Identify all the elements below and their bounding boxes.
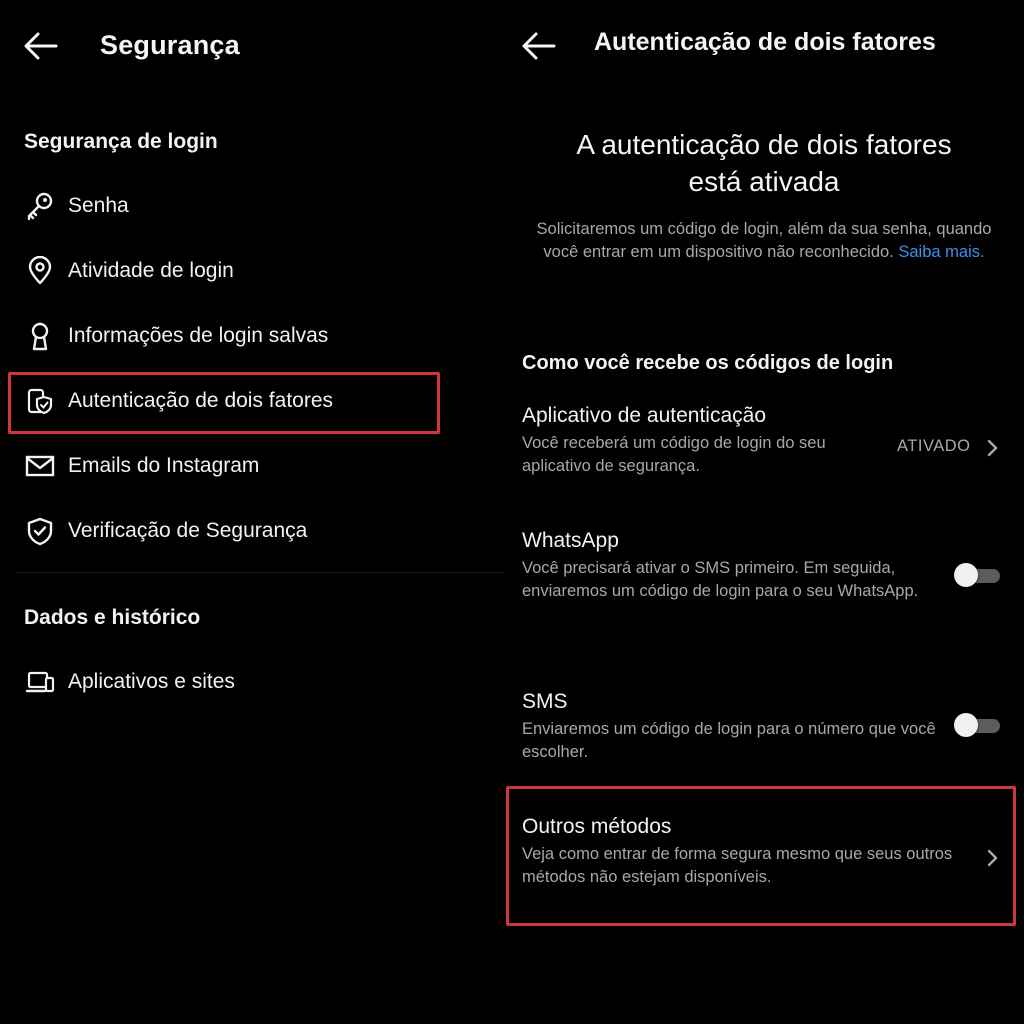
status-description: Solicitaremos um código de login, além d…	[534, 218, 994, 264]
section-title-data-history: Dados e histórico	[24, 606, 201, 629]
menu-item-saved-login[interactable]: Informações de login salvas	[24, 316, 494, 356]
option-description: Você precisará ativar o SMS primeiro. Em…	[522, 559, 919, 600]
menu-item-password[interactable]: Senha	[24, 186, 494, 226]
menu-item-security-checkup[interactable]: Verificação de Segurança	[24, 511, 494, 551]
highlight-box-two-factor	[8, 372, 440, 434]
two-factor-panel: Autenticação de dois fatores A autentica…	[504, 0, 1024, 1024]
option-title: SMS	[522, 690, 568, 713]
menu-item-label: Informações de login salvas	[68, 324, 329, 347]
back-arrow-icon[interactable]	[522, 32, 556, 60]
menu-item-label: Aplicativos e sites	[68, 670, 235, 693]
toggle-thumb	[954, 713, 978, 737]
methods-section-title: Como você recebe os códigos de login	[522, 352, 894, 374]
option-description: Enviaremos um código de login para o núm…	[522, 720, 936, 761]
keyhole-icon	[24, 320, 56, 352]
back-arrow-icon[interactable]	[24, 32, 58, 60]
menu-item-label: Atividade de login	[68, 259, 234, 282]
section-title-login-security: Segurança de login	[24, 130, 218, 153]
status-heading-line: está ativada	[688, 166, 840, 197]
menu-item-label: Verificação de Segurança	[68, 519, 308, 542]
menu-item-label: Senha	[68, 194, 129, 217]
location-pin-icon	[24, 255, 56, 287]
page-title: Autenticação de dois fatores	[594, 28, 936, 56]
highlight-box-other-methods	[506, 786, 1016, 926]
sms-toggle[interactable]	[954, 713, 1000, 737]
status-badge: ATIVADO	[897, 437, 971, 455]
status-heading-line: A autenticação de dois fatores	[576, 129, 952, 160]
menu-item-label: Emails do Instagram	[68, 454, 260, 477]
security-header: Segurança	[0, 22, 504, 68]
option-authenticator-app[interactable]: Aplicativo de autenticação Você receberá…	[522, 404, 892, 478]
page-title: Segurança	[100, 30, 240, 60]
menu-item-instagram-emails[interactable]: Emails do Instagram	[24, 446, 494, 486]
menu-item-apps-websites[interactable]: Aplicativos e sites	[24, 662, 494, 702]
status-heading: A autenticação de dois fatores está ativ…	[504, 126, 1024, 200]
option-title: WhatsApp	[522, 529, 619, 552]
option-sms[interactable]: SMS Enviaremos um código de login para o…	[522, 690, 942, 764]
learn-more-link[interactable]: Saiba mais.	[898, 243, 984, 261]
option-whatsapp[interactable]: WhatsApp Você precisará ativar o SMS pri…	[522, 529, 942, 603]
two-factor-header: Autenticação de dois fatores	[504, 22, 1024, 68]
toggle-thumb	[954, 563, 978, 587]
devices-icon	[24, 666, 56, 698]
envelope-icon	[24, 450, 56, 482]
whatsapp-toggle[interactable]	[954, 563, 1000, 587]
section-divider	[16, 572, 504, 573]
security-panel: Segurança Segurança de login Senha Ativi…	[0, 0, 504, 1024]
shield-check-icon	[24, 515, 56, 547]
key-icon	[24, 190, 56, 222]
option-title: Aplicativo de autenticação	[522, 404, 766, 427]
option-description: Você receberá um código de login do seu …	[522, 434, 826, 475]
chevron-right-icon[interactable]	[986, 438, 1000, 458]
menu-item-login-activity[interactable]: Atividade de login	[24, 251, 494, 291]
